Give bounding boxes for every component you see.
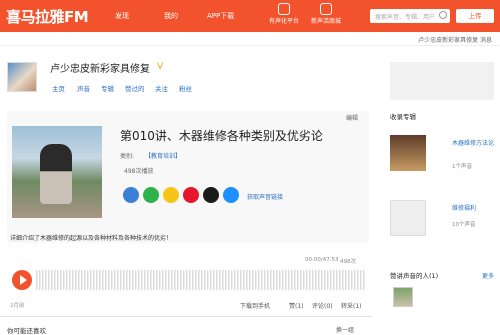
edit-button[interactable]: 编辑 [346, 113, 358, 122]
tab-fans[interactable]: 粉丝 [179, 83, 192, 93]
nav-mine[interactable]: 我的 [164, 11, 178, 21]
forward-button[interactable]: 转采(1) [341, 301, 362, 310]
profile-name[interactable]: 卢少忠皮新彩家具修复 [50, 60, 150, 75]
download-to-phone-button[interactable]: 下载到手机 [240, 301, 270, 310]
track-title: 第010讲、木器维修各种类别及优劣论 [120, 129, 323, 143]
category-link[interactable]: 【教育培训】 [145, 151, 181, 160]
avatar[interactable] [7, 62, 37, 92]
nav-discover[interactable]: 发现 [115, 11, 129, 21]
track-cover-image[interactable] [12, 126, 102, 218]
comment-button[interactable]: 评论(0) [312, 301, 333, 310]
play-count: 498次播放 [124, 168, 154, 175]
more-link[interactable]: 更多 [482, 271, 494, 280]
sidebar-title: 收录专辑 [390, 113, 416, 121]
nav-app-download[interactable]: APP下载 [207, 11, 234, 21]
like-button[interactable]: 赞(1) [289, 301, 304, 310]
play-time: 00:00/47:53 [305, 257, 339, 263]
recommend-title: 你可能还喜欢 [7, 327, 46, 335]
user-strip: 卢少忠皮新彩家具修复 消息 [0, 32, 500, 46]
upload-age: 2月前 [10, 303, 25, 309]
category-label: 类别: [120, 153, 135, 160]
liker-avatar[interactable] [393, 287, 413, 307]
sidebar-banner[interactable] [390, 62, 494, 100]
tab-home[interactable]: 主页 [52, 83, 65, 93]
waveform-progress[interactable] [36, 270, 366, 290]
cover-figure [40, 144, 72, 204]
refresh-button[interactable]: 换一组 [336, 325, 354, 334]
top-bar: 喜马拉雅FM 发现 我的 APP下载 有声化平台 新声活商城 搜索声音、专辑、用… [0, 0, 500, 32]
search-icon[interactable] [439, 11, 447, 19]
tab-sounds[interactable]: 声音 [77, 83, 90, 93]
user-strip-text[interactable]: 卢少忠皮新彩家具修复 消息 [418, 35, 492, 44]
verified-icon: V [157, 62, 164, 72]
album-count-1: 1个声音 [452, 164, 472, 170]
get-link-button[interactable]: 获取声音链接 [247, 192, 283, 201]
likers-title: 赞讲声音的人(1) [390, 272, 439, 280]
site-logo[interactable]: 喜马拉雅FM [6, 6, 89, 27]
album-thumb-2[interactable] [390, 200, 426, 236]
qzone-icon[interactable] [223, 187, 239, 203]
nav-mall-label: 新声活商城 [310, 18, 341, 25]
share-plus-icon[interactable] [123, 187, 139, 203]
album-thumb-1[interactable] [390, 135, 426, 171]
qq-icon[interactable] [203, 187, 219, 203]
track-description: 详细介绍了木器维修的起源以及各种材料及各种技术的优劣！ [10, 235, 173, 242]
upload-button[interactable]: 上传 [456, 9, 494, 23]
weibo-icon[interactable] [183, 187, 199, 203]
divider [0, 316, 372, 317]
wechat-icon[interactable] [143, 187, 159, 203]
store-icon [320, 3, 332, 15]
album-name-2[interactable]: 维修福利 [452, 203, 476, 212]
play-button[interactable] [12, 270, 32, 290]
tab-albums[interactable]: 专辑 [101, 83, 114, 93]
search-placeholder: 搜索声音、专辑、用户 [375, 14, 436, 21]
star-icon[interactable] [163, 187, 179, 203]
play-count-small: 498次 [340, 259, 356, 265]
album-name-1[interactable]: 木器维修方法论 [452, 138, 494, 147]
album-count-2: 10个声音 [452, 222, 476, 228]
tab-liked[interactable]: 赞过的 [125, 83, 145, 93]
nav-mall[interactable]: 新声活商城 [276, 3, 376, 25]
tab-following[interactable]: 关注 [155, 83, 168, 93]
search-input[interactable]: 搜索声音、专辑、用户 [370, 9, 450, 23]
